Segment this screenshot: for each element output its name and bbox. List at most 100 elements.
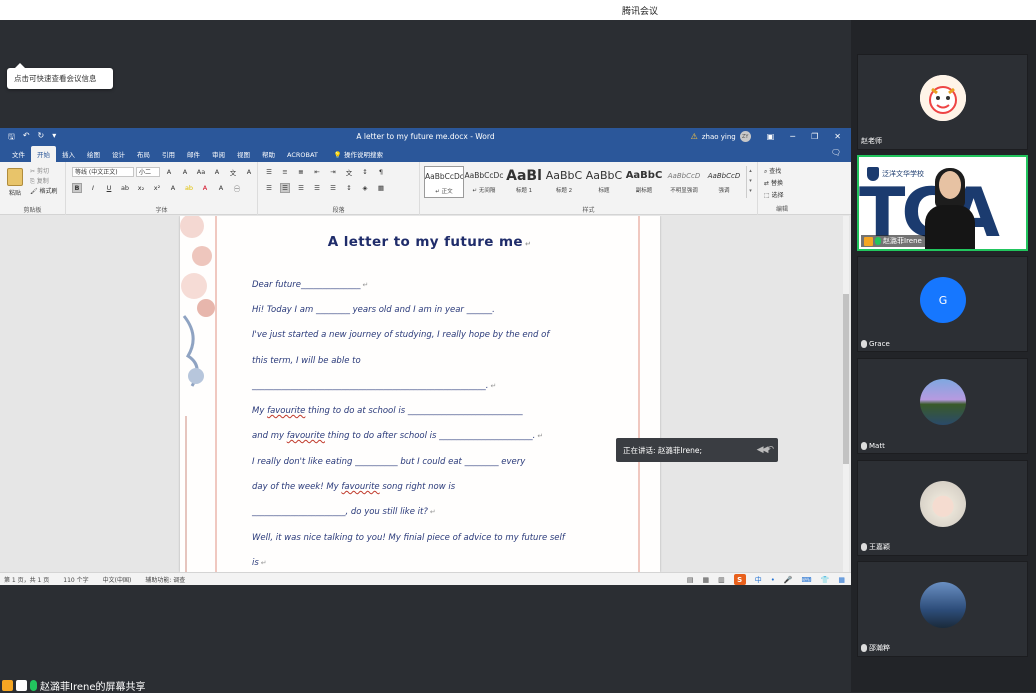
clear-format-icon[interactable]: A bbox=[212, 167, 222, 177]
letter-line[interactable]: ________________________________________… bbox=[252, 381, 496, 391]
participant-tile[interactable]: G Grace bbox=[857, 256, 1028, 352]
text-effects-icon[interactable]: A bbox=[168, 183, 178, 193]
font-color-icon[interactable]: A bbox=[200, 183, 210, 193]
letter-line[interactable]: I've just started a new journey of study… bbox=[252, 330, 549, 340]
accessibility-status[interactable]: 辅助功能: 调查 bbox=[145, 575, 185, 584]
letter-line[interactable]: I really don't like eating __________ bu… bbox=[252, 457, 525, 467]
ime-voice-icon[interactable]: 🎤 bbox=[784, 576, 793, 584]
participant-tile[interactable]: 赵老师 bbox=[857, 54, 1028, 150]
line-spacing-icon[interactable]: ↕ bbox=[344, 183, 354, 193]
web-layout-icon[interactable]: ▥ bbox=[718, 576, 725, 584]
tab-design[interactable]: 设计 bbox=[106, 149, 131, 162]
superscript-icon[interactable]: x² bbox=[152, 183, 162, 193]
shrink-font-icon[interactable]: A bbox=[180, 167, 190, 177]
paste-button[interactable]: 粘贴 bbox=[4, 168, 26, 197]
letter-line[interactable]: and my favourite thing to do after schoo… bbox=[252, 431, 543, 441]
change-case-icon[interactable]: Aa bbox=[196, 167, 206, 177]
tab-layout[interactable]: 布局 bbox=[131, 149, 156, 162]
justify-icon[interactable]: ☰ bbox=[312, 183, 322, 193]
font-name-select[interactable]: 等线 (中文正文) bbox=[72, 167, 134, 177]
tab-home[interactable]: 开始 bbox=[31, 146, 56, 162]
bold-icon[interactable]: B bbox=[72, 183, 82, 193]
scrollbar-thumb[interactable] bbox=[843, 294, 849, 464]
page-count[interactable]: 第 1 页，共 1 页 bbox=[4, 575, 49, 584]
style-normal[interactable]: AaBbCcDc ↵ 正文 bbox=[424, 166, 464, 198]
close-icon[interactable]: ✕ bbox=[834, 132, 841, 141]
align-left-icon[interactable]: ☰ bbox=[264, 183, 274, 193]
ribbon-display-icon[interactable]: ▣ bbox=[767, 132, 775, 141]
select-button[interactable]: ⬚ 选择 bbox=[764, 190, 784, 202]
style-subtle-emphasis[interactable]: AaBbCcD 不明显强调 bbox=[664, 166, 704, 198]
style-emphasis[interactable]: AaBbCcD 强调 bbox=[704, 166, 744, 198]
tab-insert[interactable]: 插入 bbox=[56, 149, 81, 162]
ime-chinese-icon[interactable]: 中 bbox=[755, 575, 762, 585]
letter-line[interactable]: Dear future______________ ↵ bbox=[252, 280, 368, 290]
cut-button[interactable]: ✂ 剪切 bbox=[30, 167, 58, 177]
align-right-icon[interactable]: ☰ bbox=[296, 183, 306, 193]
subscript-icon[interactable]: x₂ bbox=[136, 183, 146, 193]
multilevel-list-icon[interactable]: ≣ bbox=[296, 167, 306, 177]
ime-skin-icon[interactable]: 👕 bbox=[821, 576, 830, 584]
letter-line[interactable]: is ↵ bbox=[252, 558, 267, 568]
copy-button[interactable]: ⎘ 复制 bbox=[30, 177, 58, 187]
letter-title[interactable]: A letter to my future me ↵ bbox=[252, 234, 607, 250]
show-marks-icon[interactable]: ¶ bbox=[376, 167, 386, 177]
italic-icon[interactable]: I bbox=[88, 183, 98, 193]
vertical-scrollbar[interactable] bbox=[843, 216, 849, 572]
char-shading-icon[interactable]: A bbox=[216, 183, 226, 193]
language-status[interactable]: 中文(中国) bbox=[103, 575, 132, 584]
letter-line[interactable]: My favourite thing to do at school is __… bbox=[252, 406, 523, 416]
ime-tools-icon[interactable]: ▦ bbox=[838, 576, 845, 584]
tab-mailings[interactable]: 邮件 bbox=[181, 149, 206, 162]
enclose-char-icon[interactable]: ㊀ bbox=[232, 183, 242, 193]
increase-indent-icon[interactable]: ⇥ bbox=[328, 167, 338, 177]
letter-line[interactable]: day of the week! My favourite song right… bbox=[252, 482, 455, 492]
grow-font-icon[interactable]: A bbox=[164, 167, 174, 177]
print-layout-icon[interactable]: ▦ bbox=[702, 576, 709, 584]
highlight-icon[interactable]: ab bbox=[184, 183, 194, 193]
participant-tile[interactable]: 邵瀚粹 bbox=[857, 561, 1028, 657]
distributed-icon[interactable]: ☰ bbox=[328, 183, 338, 193]
read-mode-icon[interactable]: ▤ bbox=[687, 576, 694, 584]
tab-references[interactable]: 引用 bbox=[156, 149, 181, 162]
letter-line[interactable]: Hi! Today I am ________ years old and I … bbox=[252, 305, 495, 315]
tab-review[interactable]: 审阅 bbox=[206, 149, 231, 162]
participant-tile-active[interactable]: TCA 泛洋文华学校 赵潞菲Irene bbox=[857, 155, 1028, 251]
tab-acrobat[interactable]: ACROBAT bbox=[281, 151, 324, 162]
minimize-icon[interactable]: ─ bbox=[790, 132, 795, 141]
tab-draw[interactable]: 绘图 bbox=[81, 149, 106, 162]
comments-icon[interactable]: 🗨 bbox=[831, 148, 841, 157]
letter-line[interactable]: this term, I will be able to bbox=[252, 356, 361, 366]
tab-help[interactable]: 帮助 bbox=[256, 149, 281, 162]
phonetic-guide-icon[interactable]: 文 bbox=[228, 167, 238, 177]
sogou-ime-icon[interactable]: S bbox=[733, 574, 746, 585]
ime-punct-icon[interactable]: • bbox=[771, 576, 775, 584]
bullets-icon[interactable]: ☰ bbox=[264, 167, 274, 177]
decrease-indent-icon[interactable]: ⇤ bbox=[312, 167, 322, 177]
user-avatar[interactable]: ZY bbox=[739, 131, 751, 142]
style-title[interactable]: AaBbC 标题 bbox=[584, 166, 624, 198]
font-size-select[interactable]: 小二 bbox=[136, 167, 160, 177]
tab-file[interactable]: 文件 bbox=[6, 149, 31, 162]
word-user-name[interactable]: zhao ying bbox=[702, 133, 736, 141]
format-painter-button[interactable]: 🖌 格式刷 bbox=[30, 187, 58, 197]
shading-icon[interactable]: ◈ bbox=[360, 183, 370, 193]
document-canvas[interactable]: A letter to my future me ↵ Dear future___… bbox=[0, 216, 851, 572]
word-count[interactable]: 110 个字 bbox=[63, 575, 88, 584]
ime-keyboard-icon[interactable]: ⌨ bbox=[802, 576, 812, 584]
participant-tile[interactable]: Matt bbox=[857, 358, 1028, 454]
participant-tile[interactable]: 王嘉颖 bbox=[857, 460, 1028, 556]
document-page[interactable]: A letter to my future me ↵ Dear future___… bbox=[180, 216, 660, 572]
meeting-info-tooltip[interactable]: 点击可快速查看会议信息 bbox=[7, 63, 113, 89]
style-no-spacing[interactable]: AaBbCcDc ↵ 无间隔 bbox=[464, 166, 504, 198]
letter-line[interactable]: Well, it was nice talking to you! My fin… bbox=[252, 533, 565, 543]
restore-icon[interactable]: ❐ bbox=[811, 132, 818, 141]
borders-icon[interactable]: ▦ bbox=[376, 183, 386, 193]
letter-line[interactable]: ______________________, do you still lik… bbox=[252, 507, 436, 517]
align-center-icon[interactable]: ☰ bbox=[280, 183, 290, 193]
tab-view[interactable]: 视图 bbox=[231, 149, 256, 162]
style-heading-2[interactable]: AaBbC 标题 2 bbox=[544, 166, 584, 198]
style-heading-1[interactable]: AaBl 标题 1 bbox=[504, 166, 544, 198]
char-border-icon[interactable]: A bbox=[244, 167, 254, 177]
numbering-icon[interactable]: ≡ bbox=[280, 167, 290, 177]
